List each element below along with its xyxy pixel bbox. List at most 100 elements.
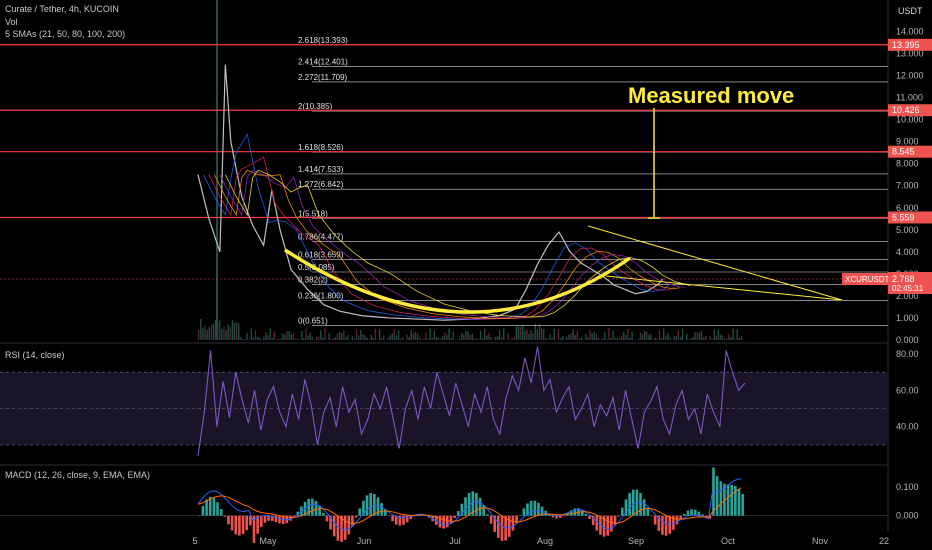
macd-histogram-bar [478, 497, 482, 516]
volume-bar [330, 339, 332, 340]
macd-histogram-bar [650, 515, 653, 517]
macd-histogram-bar [588, 515, 591, 520]
volume-bar [389, 334, 391, 340]
volume-bar [435, 336, 438, 340]
volume-spike [216, 0, 218, 340]
macd-histogram-bar [533, 500, 537, 516]
volume-bar [410, 329, 412, 340]
volume-bar [686, 333, 688, 340]
macd-histogram-bar [358, 508, 362, 516]
macd-histogram-bar [537, 502, 540, 516]
volume-bar [477, 339, 480, 340]
volume-bar [252, 337, 255, 340]
volume-bar [662, 328, 665, 340]
rsi-axis-tick: 40.00 [896, 422, 919, 432]
volume-bar [587, 336, 589, 340]
volume-bar [381, 337, 383, 340]
volume-bar [370, 334, 372, 340]
macd-histogram-bar [212, 497, 216, 516]
volume-bar [273, 331, 276, 340]
volume-bar [261, 339, 263, 340]
volume-bar [543, 329, 545, 340]
volume-bar [437, 337, 440, 340]
macd-histogram-bar [613, 515, 617, 525]
macd-histogram-bar [402, 515, 405, 525]
macd-histogram-bar [737, 488, 741, 516]
volume-bar [406, 334, 408, 340]
volume-bar [690, 337, 692, 340]
volume-bar [625, 334, 627, 340]
volume-bar [368, 339, 370, 340]
macd-histogram-bar [730, 484, 734, 516]
fib-level-label: 0(0.651) [298, 317, 328, 326]
volume-bar [391, 333, 393, 340]
volume-bar [484, 328, 486, 340]
volume-bar [521, 324, 524, 340]
macd-histogram-bar [489, 515, 493, 524]
price-axis-tick: 4.000 [896, 247, 919, 257]
macd-histogram-bar [606, 515, 610, 536]
volume-bar [235, 321, 238, 340]
macd-histogram-bar [343, 515, 347, 540]
volume-bar [277, 339, 280, 340]
volume-bar [246, 332, 248, 340]
volume-bar [557, 329, 560, 340]
macd-histogram-bar [201, 505, 205, 516]
volume-bar [486, 335, 488, 340]
volume-bar [536, 329, 539, 340]
volume-bar [732, 328, 734, 340]
volume-bar [698, 332, 701, 340]
macd-histogram-bar [584, 513, 588, 516]
macd-histogram-bar [712, 467, 715, 516]
volume-bar [673, 336, 675, 340]
volume-bar [338, 331, 341, 340]
volume-bar [372, 337, 375, 340]
macd-histogram-bar [507, 515, 511, 537]
level-price-label: 8.545 [892, 147, 915, 157]
macd-histogram-bar [628, 493, 631, 516]
macd-histogram-bar [387, 515, 391, 517]
volume-bar [728, 334, 730, 340]
volume-bar [399, 338, 402, 340]
volume-bar [313, 339, 316, 340]
volume-bar [726, 338, 728, 340]
volume-bar [256, 336, 259, 340]
price-axis-tick: 11.000 [896, 93, 923, 103]
volume-bar [364, 335, 366, 340]
time-axis-tick: Aug [537, 536, 553, 546]
volume-bar [488, 332, 490, 340]
volume-bar [578, 338, 581, 340]
price-axis-tick: 6.000 [896, 203, 919, 213]
volume-bar [648, 334, 650, 340]
volume-bar [574, 335, 576, 340]
macd-histogram-bar [223, 515, 227, 517]
volume-bar [528, 333, 530, 340]
fib-level-label: 1.414(7.533) [298, 165, 344, 174]
volume-bar [513, 336, 515, 340]
macd-histogram-bar [500, 515, 504, 541]
macd-histogram-bar [617, 515, 620, 517]
volume-bar [658, 330, 661, 340]
volume-bar [395, 335, 398, 340]
macd-histogram-bar [562, 515, 566, 517]
volume-bar [439, 338, 442, 340]
price-axis-tick: 7.000 [896, 181, 919, 191]
fib-level-label: 2.414(12.401) [298, 58, 348, 67]
volume-bar [328, 333, 330, 340]
trading-chart[interactable]: 0.0001.0002.0003.0004.0005.0006.0007.000… [0, 0, 932, 550]
macd-histogram-bar [741, 493, 744, 516]
volume-bar [448, 328, 450, 340]
time-axis-tick: Jun [357, 536, 372, 546]
macd-histogram-bar [456, 511, 460, 516]
rsi-axis-tick: 80.00 [896, 349, 919, 359]
volume-bar [576, 330, 579, 340]
volume-bar [387, 337, 389, 340]
time-axis-tick: 22 [879, 536, 889, 546]
volume-bar [517, 325, 520, 340]
volume-bar [469, 334, 471, 340]
volume-bar [311, 336, 314, 340]
macd-histogram-bar [332, 515, 336, 537]
volume-bar [229, 326, 231, 340]
macd-histogram-bar [241, 515, 245, 534]
macd-histogram-bar [373, 493, 376, 516]
